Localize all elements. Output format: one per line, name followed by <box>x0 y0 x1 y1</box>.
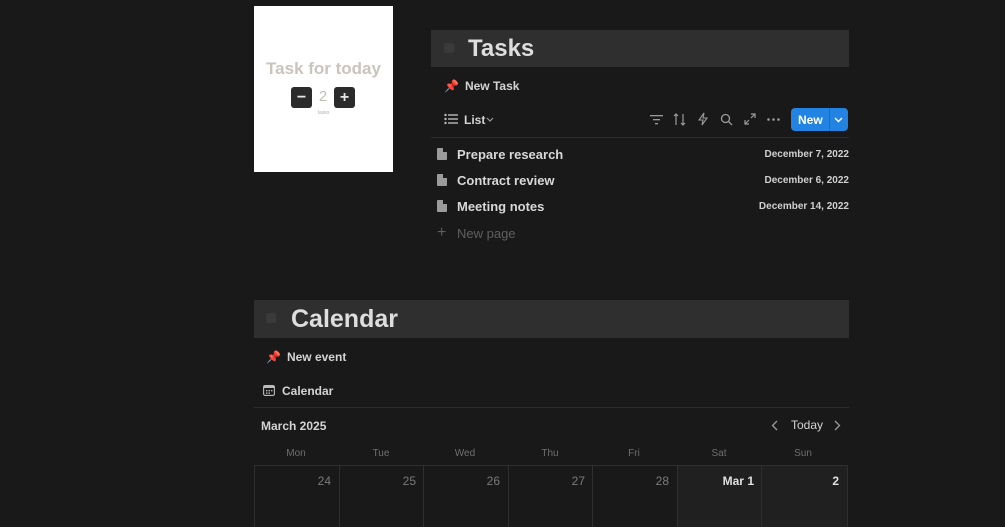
new-task-label: New Task <box>464 79 520 93</box>
today-button[interactable]: Today <box>791 418 823 432</box>
lightning-icon[interactable] <box>698 112 708 126</box>
calendar-header-bar: Calendar <box>254 300 849 338</box>
task-row[interactable]: Contract review December 6, 2022 <box>437 171 849 193</box>
list-icon <box>444 113 458 125</box>
calendar-day-cell[interactable]: Mar 1 <box>677 465 762 527</box>
calendar-view-label: Calendar <box>282 384 334 398</box>
month-label: March 2025 <box>261 419 327 433</box>
calendar-day-cell[interactable]: 24 <box>254 465 339 527</box>
drag-handle-icon[interactable] <box>266 313 276 323</box>
day-number: 28 <box>655 474 669 488</box>
weekday-header: Thu <box>541 448 559 459</box>
counter-value: 2 <box>318 88 328 105</box>
task-date: December 14, 2022 <box>758 201 849 212</box>
sort-icon[interactable] <box>673 113 686 126</box>
calendar-title: Calendar <box>291 305 398 333</box>
expand-icon[interactable] <box>744 113 756 125</box>
day-number: 25 <box>402 474 416 488</box>
calendar-day-cell[interactable]: 27 <box>508 465 593 527</box>
day-number: 27 <box>571 474 585 488</box>
task-title: Meeting notes <box>457 199 545 214</box>
new-record-button[interactable]: New <box>791 108 848 131</box>
filter-icon[interactable] <box>650 114 663 125</box>
toolbar-divider <box>431 137 849 138</box>
chevron-down-icon <box>486 117 494 122</box>
calendar-day-cell[interactable]: 28 <box>592 465 677 527</box>
day-number: Mar 1 <box>722 474 754 488</box>
drag-handle-icon[interactable] <box>444 43 454 53</box>
weekday-header: Sun <box>794 448 812 459</box>
weekday-header: Fri <box>628 448 640 459</box>
pushpin-icon: 📌 <box>266 350 281 364</box>
new-task-button[interactable]: 📌 New Task <box>444 79 519 93</box>
task-date: December 6, 2022 <box>764 175 849 186</box>
calendar-divider <box>254 407 849 408</box>
calendar-day-cell[interactable]: 26 <box>423 465 508 527</box>
weekday-header: Mon <box>286 448 306 459</box>
task-title: Prepare research <box>457 147 564 162</box>
weekday-header: Tue <box>372 448 390 459</box>
day-number: 24 <box>317 474 331 488</box>
task-row[interactable]: Meeting notes December 14, 2022 <box>437 197 849 219</box>
tasks-header-bar: Tasks <box>431 30 849 67</box>
pushpin-icon: 📌 <box>444 79 459 93</box>
new-event-label: New event <box>286 350 347 364</box>
day-number: 2 <box>832 474 839 488</box>
chevron-down-icon[interactable] <box>834 117 843 123</box>
calendar-day-cell[interactable]: 25 <box>339 465 424 527</box>
plus-icon: + <box>437 224 447 241</box>
document-icon <box>437 174 447 186</box>
task-counter-widget: Task for today − 2 + tasks <box>254 6 393 172</box>
task-row[interactable]: Prepare research December 7, 2022 <box>437 145 849 167</box>
chevron-left-icon[interactable] <box>771 420 778 431</box>
counter-sub-label: tasks <box>317 110 330 116</box>
document-icon <box>437 200 447 212</box>
widget-title: Task for today <box>266 59 381 78</box>
chevron-right-icon[interactable] <box>834 420 841 431</box>
new-page-label: New page <box>457 226 516 241</box>
decrement-button[interactable]: − <box>291 87 312 108</box>
weekday-header: Sat <box>711 448 727 459</box>
task-date: December 7, 2022 <box>764 149 849 160</box>
button-separator <box>829 108 830 131</box>
counter-control: − 2 + <box>291 87 357 109</box>
document-icon <box>437 148 447 160</box>
new-button-label: New <box>798 113 823 127</box>
weekday-header: Wed <box>454 448 476 459</box>
task-title: Contract review <box>457 173 555 188</box>
new-event-button[interactable]: 📌 New event <box>266 350 346 364</box>
more-icon[interactable] <box>767 118 780 121</box>
increment-button[interactable]: + <box>334 87 355 108</box>
tasks-title: Tasks <box>468 35 535 62</box>
calendar-icon <box>263 385 275 396</box>
calendar-day-cell[interactable]: 2 <box>761 465 848 527</box>
day-number: 26 <box>486 474 500 488</box>
view-label: List <box>464 113 486 127</box>
search-icon[interactable] <box>720 113 733 126</box>
